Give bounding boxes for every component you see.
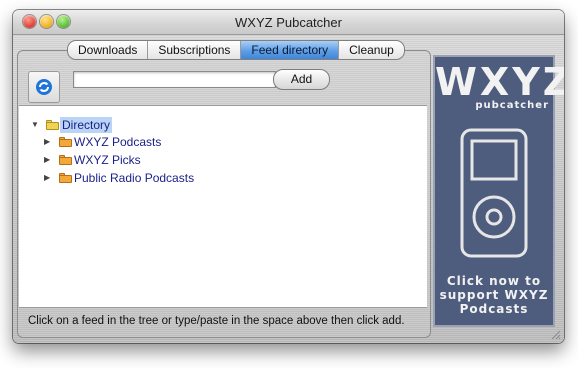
tab-subscriptions[interactable]: Subscriptions — [148, 41, 242, 59]
ad-subtitle: pubcatcher — [475, 100, 549, 111]
ad-cta-line: Podcasts — [459, 302, 529, 316]
window-title: WXYZ Pubcatcher — [235, 15, 342, 30]
tree-label: WXYZ Picks — [74, 153, 141, 167]
tree-row-wxyz-podcasts[interactable]: ▶ WXYZ Podcasts — [19, 134, 427, 150]
disclosure-closed-icon[interactable]: ▶ — [44, 152, 50, 168]
ad-call-to-action[interactable]: Click now to support WXYZ Podcasts — [435, 274, 553, 316]
tree-row-public-radio-podcasts[interactable]: ▶ Public Radio Podcasts — [19, 170, 427, 186]
support-ad-banner[interactable]: WXYZ pubcatcher Click now to support WXY… — [433, 55, 564, 327]
refresh-button[interactable] — [28, 71, 60, 103]
folder-icon — [59, 173, 72, 183]
tree-row-wxyz-picks[interactable]: ▶ WXYZ Picks — [19, 152, 427, 168]
tree-row-directory[interactable]: ▼ Directory — [19, 117, 427, 133]
feed-url-input[interactable] — [73, 71, 276, 88]
folder-icon — [46, 120, 59, 130]
disclosure-closed-icon[interactable]: ▶ — [44, 134, 50, 150]
tab-downloads[interactable]: Downloads — [68, 41, 149, 59]
status-text: Click on a feed in the tree or type/past… — [28, 315, 405, 327]
ad-brand: WXYZ — [435, 60, 564, 104]
tab-bar: Downloads Subscriptions Feed directory C… — [67, 40, 405, 60]
feed-tree[interactable]: ▼ Directory ▶ WXYZ Podcasts ▶ WXYZ Picks… — [19, 105, 427, 308]
title-bar[interactable]: WXYZ Pubcatcher — [13, 10, 564, 35]
tree-label: Directory — [60, 117, 113, 133]
ipod-icon — [460, 128, 528, 258]
tab-cleanup[interactable]: Cleanup — [339, 41, 404, 59]
tree-label: WXYZ Podcasts — [74, 135, 162, 149]
tab-feed-directory[interactable]: Feed directory — [241, 41, 340, 59]
resize-grip-icon[interactable] — [549, 328, 561, 340]
app-window: WXYZ Pubcatcher Downloads Subscriptions … — [13, 10, 564, 343]
add-button[interactable]: Add — [273, 69, 330, 90]
ad-cta-line: support WXYZ — [439, 288, 549, 302]
tree-label: Public Radio Podcasts — [74, 171, 195, 185]
disclosure-open-icon[interactable]: ▼ — [31, 117, 39, 133]
folder-icon — [59, 155, 72, 165]
disclosure-closed-icon[interactable]: ▶ — [44, 170, 50, 186]
ad-cta-line: Click now to — [446, 274, 542, 288]
refresh-icon — [36, 79, 52, 95]
folder-icon — [59, 137, 72, 147]
